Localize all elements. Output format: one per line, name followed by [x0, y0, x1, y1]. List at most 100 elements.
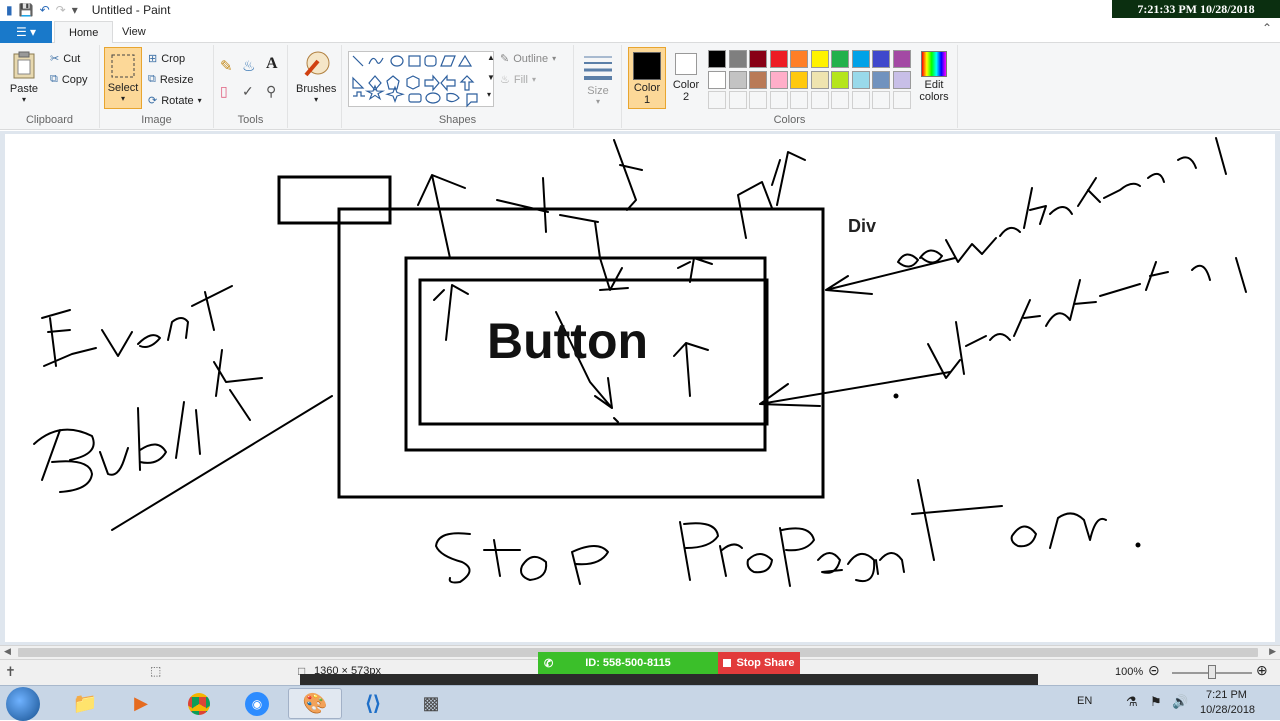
shapes-group-label: Shapes: [438, 114, 477, 126]
empty-color-slot[interactable]: [790, 91, 808, 109]
file-menu-button[interactable]: ☰ ▾: [0, 21, 52, 43]
empty-color-slot[interactable]: [872, 91, 890, 109]
drawing-canvas[interactable]: Div Button: [5, 134, 1275, 642]
zoom-out-icon[interactable]: ⊝: [1148, 662, 1160, 679]
color-swatch[interactable]: [769, 70, 788, 89]
rotate-button[interactable]: ⟳ Rotate ▾: [148, 94, 202, 108]
title-bar: ▮ 💾 ↶ ↷ ▾ Untitled - Paint 7:21:33 PM 10…: [0, 0, 1280, 20]
copy-button[interactable]: ⧉ Copy: [50, 73, 88, 86]
select-button[interactable]: Select ▾: [104, 47, 142, 109]
color-swatch[interactable]: [810, 50, 829, 68]
color-swatch[interactable]: [769, 50, 788, 68]
redo-icon[interactable]: ↷: [56, 3, 66, 17]
tab-view[interactable]: View: [108, 21, 160, 43]
paste-button[interactable]: Paste ▾: [8, 49, 40, 104]
color-swatch[interactable]: [708, 50, 726, 68]
edit-colors-button[interactable]: Edit colors: [914, 51, 954, 103]
shapes-group: ▲ ▼ ▾ ✎ Outline ▾ ♨ Fill ▾ Shapes: [342, 45, 574, 128]
empty-color-slot[interactable]: [728, 91, 747, 109]
size-button[interactable]: Size ▾: [582, 51, 614, 106]
zoom-in-icon[interactable]: ⊕: [1256, 662, 1268, 679]
scroll-left-icon[interactable]: ◀: [4, 646, 11, 657]
tab-home[interactable]: Home: [54, 21, 114, 44]
media-player-icon[interactable]: ▶: [114, 688, 168, 719]
file-explorer-icon[interactable]: 📁: [58, 688, 112, 719]
color-swatch[interactable]: [831, 70, 849, 89]
empty-color-slot[interactable]: [708, 91, 726, 109]
color-swatch[interactable]: [749, 70, 767, 89]
paint-taskbar-icon[interactable]: 🎨: [288, 688, 342, 719]
color1-button[interactable]: Color 1: [628, 47, 666, 109]
shapes-gallery[interactable]: [348, 51, 494, 108]
visual-studio-code-icon[interactable]: ⟨⟩: [346, 688, 400, 719]
empty-color-slot[interactable]: [851, 91, 870, 109]
customize-qat-icon[interactable]: ▾: [72, 3, 78, 17]
color-swatch[interactable]: [728, 50, 747, 68]
ribbon-minimize-icon[interactable]: ⌃: [1262, 21, 1272, 35]
zoom-slider-thumb[interactable]: [1208, 665, 1216, 679]
color-swatch[interactable]: [728, 70, 747, 89]
shapes-scroll-up-icon[interactable]: ▲: [487, 53, 495, 62]
fill-button[interactable]: ♨ Fill ▾: [500, 73, 536, 87]
select-dropdown-icon: ▾: [120, 94, 125, 103]
drawing-strokes: Div Button: [33, 137, 1247, 587]
color-swatch[interactable]: [810, 70, 829, 89]
quick-access-toolbar: ▮ 💾 ↶ ↷ ▾: [0, 3, 78, 17]
generic-app-icon[interactable]: ▩: [404, 688, 458, 719]
zoom-app-icon[interactable]: ◉: [230, 688, 284, 719]
shapes-scroll-down-icon[interactable]: ▼: [487, 73, 495, 82]
pencil-icon[interactable]: ✎: [220, 57, 233, 75]
undo-icon[interactable]: ↶: [40, 3, 50, 17]
empty-color-slot[interactable]: [810, 91, 829, 109]
crop-button[interactable]: ⊞ Crop: [148, 52, 185, 66]
color-swatch[interactable]: [790, 50, 808, 68]
notification-flag-icon[interactable]: ⚑: [1150, 694, 1162, 710]
color-swatch[interactable]: [749, 50, 767, 68]
resize-icon: ⧉: [148, 73, 156, 85]
color-swatch[interactable]: [872, 50, 890, 68]
cut-button[interactable]: ✂ Cut: [50, 52, 80, 66]
brush-icon: [304, 51, 330, 77]
color-swatch[interactable]: [851, 50, 870, 68]
empty-color-slot[interactable]: [831, 91, 849, 109]
rotate-dropdown-icon: ▾: [197, 96, 202, 105]
color-swatch[interactable]: [892, 70, 911, 89]
paint-app-icon[interactable]: ▮: [6, 3, 13, 17]
color-picker-icon[interactable]: ✓: [242, 83, 254, 100]
scissors-icon: ✂: [50, 53, 60, 65]
eraser-icon[interactable]: ▯: [220, 83, 228, 100]
chrome-icon[interactable]: [172, 688, 226, 719]
color-swatch[interactable]: [708, 70, 726, 89]
language-indicator[interactable]: EN: [1077, 695, 1092, 707]
color-swatch[interactable]: [872, 70, 890, 89]
fill-bucket-icon[interactable]: ♨: [242, 57, 255, 75]
taskbar-date[interactable]: 10/28/2018: [1200, 704, 1255, 716]
empty-color-slot[interactable]: [749, 91, 767, 109]
scroll-right-icon[interactable]: ▶: [1269, 646, 1276, 657]
line-size-icon: [584, 56, 612, 80]
text-tool-icon[interactable]: A: [266, 55, 278, 73]
color-swatch[interactable]: [790, 70, 808, 89]
color-swatch[interactable]: [831, 50, 849, 68]
empty-color-slot[interactable]: [769, 91, 788, 109]
color1-swatch: [633, 52, 661, 80]
stop-share-button[interactable]: Stop Share: [718, 652, 800, 674]
paste-dropdown-icon[interactable]: ▾: [22, 95, 26, 104]
network-icon[interactable]: ⚗: [1126, 694, 1138, 710]
brushes-button[interactable]: Brushes ▾: [296, 49, 336, 104]
color-swatch[interactable]: [892, 50, 911, 68]
outline-button[interactable]: ✎ Outline ▾: [500, 52, 556, 66]
empty-color-slot[interactable]: [892, 91, 911, 109]
magnifier-icon[interactable]: ⚲: [266, 83, 276, 100]
color-swatch[interactable]: [851, 70, 870, 89]
taskbar-time[interactable]: 7:21 PM: [1206, 689, 1247, 701]
volume-icon[interactable]: 🔊: [1172, 694, 1188, 710]
rotate-icon: ⟳: [148, 95, 158, 107]
save-icon[interactable]: 💾: [19, 3, 34, 17]
resize-button[interactable]: ⧉ Resize: [148, 73, 193, 86]
rainbow-icon: [921, 51, 947, 77]
start-button-icon[interactable]: [6, 687, 40, 721]
color2-button[interactable]: Color 2: [668, 51, 704, 103]
shapes-expand-icon[interactable]: ▾: [487, 90, 491, 99]
fill-icon: ♨: [500, 74, 510, 86]
